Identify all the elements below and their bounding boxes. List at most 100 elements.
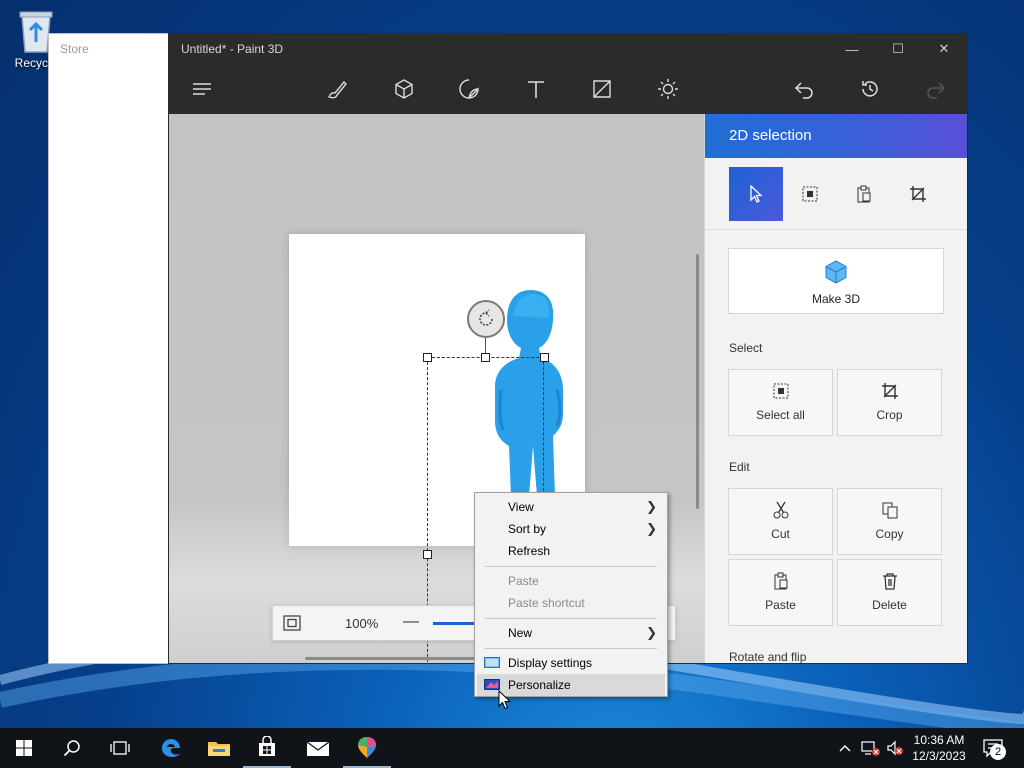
cube-icon[interactable]: [392, 77, 416, 101]
selection-handle-top[interactable]: [481, 353, 490, 362]
windows-logo-icon: [16, 740, 32, 756]
minimize-button[interactable]: —: [829, 34, 875, 64]
rotate-icon: [479, 309, 493, 326]
zoom-percent: 100%: [345, 616, 379, 631]
volume-muted-icon: [887, 740, 903, 756]
menu-item-display-settings[interactable]: Display settings: [475, 652, 667, 674]
start-button[interactable]: [0, 728, 48, 768]
select-all-label: Select all: [756, 408, 805, 422]
menu-item-new-label: New: [508, 626, 533, 640]
taskbar-paint3d[interactable]: [343, 728, 391, 768]
cube-3d-icon: [825, 260, 847, 284]
maximize-button[interactable]: ☐: [875, 34, 921, 64]
effects-icon[interactable]: [656, 77, 680, 101]
menu-item-new[interactable]: New ❯: [475, 622, 667, 644]
rotate-flip-section-label: Rotate and flip: [729, 650, 807, 664]
text-icon[interactable]: [524, 77, 548, 101]
chevron-right-icon: ❯: [646, 521, 657, 536]
crop-label: Crop: [876, 408, 903, 422]
paint3d-toolbar: [169, 64, 967, 114]
brush-icon[interactable]: [325, 77, 349, 101]
selection-handle-left[interactable]: [423, 550, 432, 559]
tab-select-all[interactable]: [783, 167, 837, 221]
select-all-icon: [773, 383, 788, 399]
canvas-icon[interactable]: [590, 77, 614, 101]
taskbar-file-explorer[interactable]: [195, 728, 243, 768]
edge-icon: [162, 739, 180, 757]
crop-button[interactable]: Crop: [837, 369, 942, 436]
menu-separator: [485, 648, 657, 649]
menu-item-view[interactable]: View ❯: [475, 496, 667, 518]
paste-label: Paste: [765, 598, 796, 612]
menu-item-personalize-label: Personalize: [508, 678, 571, 692]
menu-item-sort-by[interactable]: Sort by ❯: [475, 518, 667, 540]
sticker-icon[interactable]: [457, 77, 481, 101]
scissors-icon: [773, 501, 788, 519]
tab-paste[interactable]: [837, 167, 891, 221]
paint3d-titlebar[interactable]: Untitled* - Paint 3D — ☐ ✕: [169, 34, 967, 64]
menu-item-display-settings-label: Display settings: [508, 656, 593, 670]
window-title: Untitled* - Paint 3D: [181, 42, 284, 56]
menu-item-paste: Paste: [475, 570, 667, 592]
folder-icon: [208, 742, 230, 756]
mail-icon: [306, 741, 330, 756]
paint3d-icon: [358, 737, 376, 758]
trash-icon: [882, 573, 897, 590]
menu-item-paste-shortcut-label: Paste shortcut: [508, 596, 585, 610]
paste-icon: [774, 572, 787, 590]
search-icon: [63, 740, 80, 757]
select-all-button[interactable]: Select all: [728, 369, 833, 436]
paste-button[interactable]: Paste: [728, 559, 833, 626]
make-3d-button[interactable]: Make 3D: [728, 248, 944, 314]
selection-handle-top-right[interactable]: [540, 353, 549, 362]
taskbar-store[interactable]: [243, 728, 291, 768]
delete-label: Delete: [872, 598, 907, 612]
store-window-title: Store: [60, 42, 89, 56]
copy-button[interactable]: Copy: [837, 488, 942, 555]
taskbar: 10:36 AM 12/3/2023 2: [0, 728, 1024, 768]
close-button[interactable]: ✕: [921, 34, 967, 64]
chevron-up-icon: [839, 745, 851, 752]
network-button[interactable]: [861, 728, 881, 768]
select-all-icon: [802, 186, 818, 202]
delete-button[interactable]: Delete: [837, 559, 942, 626]
history-icon[interactable]: [858, 77, 882, 101]
cut-button[interactable]: Cut: [728, 488, 833, 555]
selection-panel: 2D selection Make 3D Select Select all C…: [704, 114, 967, 664]
cut-label: Cut: [771, 527, 790, 541]
undo-icon[interactable]: [792, 77, 816, 101]
tab-crop[interactable]: [891, 167, 945, 221]
taskbar-mail[interactable]: [294, 728, 342, 768]
selection-handle-top-left[interactable]: [423, 353, 432, 362]
panel-title: 2D selection: [705, 114, 967, 158]
task-view-icon: [110, 741, 130, 755]
tab-select[interactable]: [729, 167, 783, 221]
search-button[interactable]: [48, 728, 96, 768]
store-window[interactable]: Store: [48, 33, 170, 664]
selection-mode-tabs: [705, 158, 967, 230]
fit-to-screen-icon[interactable]: [283, 615, 301, 631]
zoom-out-button[interactable]: —: [403, 613, 419, 631]
notification-count-badge: 2: [990, 744, 1006, 760]
chevron-right-icon: ❯: [646, 625, 657, 640]
select-section-label: Select: [729, 341, 763, 355]
mouse-cursor-icon: [498, 690, 512, 710]
show-hidden-icons-button[interactable]: [838, 728, 852, 768]
menu-item-paste-label: Paste: [508, 574, 539, 588]
menu-item-paste-shortcut: Paste shortcut: [475, 592, 667, 614]
taskbar-edge[interactable]: [147, 728, 195, 768]
task-view-button[interactable]: [96, 728, 144, 768]
crop-icon: [881, 383, 898, 399]
menu-item-sort-by-label: Sort by: [508, 522, 547, 536]
copy-label: Copy: [875, 527, 904, 541]
menu-separator: [485, 566, 657, 567]
rotate-handle[interactable]: [467, 300, 505, 338]
clock-time: 10:36 AM: [913, 733, 965, 747]
menu-icon[interactable]: [190, 77, 214, 101]
taskbar-clock[interactable]: 10:36 AM 12/3/2023: [906, 732, 972, 764]
redo-icon: [924, 77, 948, 101]
menu-item-refresh[interactable]: Refresh: [475, 540, 667, 562]
volume-button[interactable]: [886, 728, 904, 768]
clipboard-icon: [857, 185, 871, 203]
vertical-scrollbar[interactable]: [696, 254, 699, 509]
